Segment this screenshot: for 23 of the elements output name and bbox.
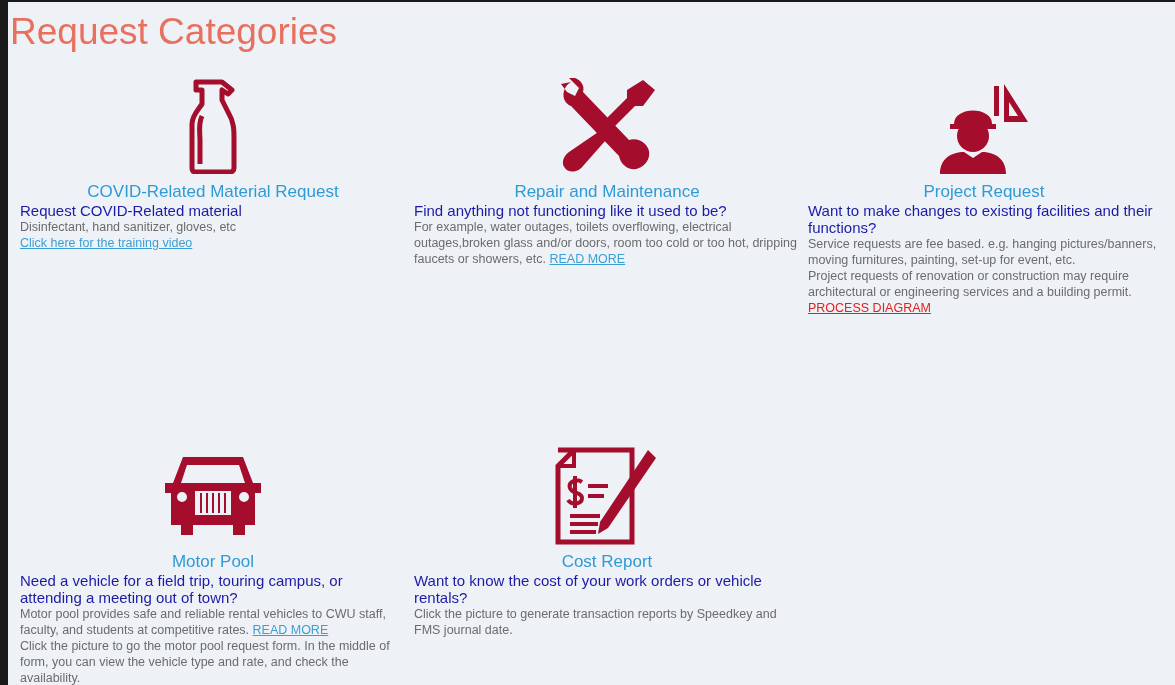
category-description: For example, water outages, toilets overflowing, electrical outages,broken glass and/or doors, room too cold or too hot, dripping faucets or showers, etc. READ MORE	[414, 219, 798, 267]
category-title[interactable]: COVID-Related Material Request	[87, 182, 339, 202]
category-description: Service requests are fee based. e.g. hanging pictures/banners, moving furnitures, painting, set-up for event, etc.	[808, 236, 1158, 268]
process-diagram-link[interactable]: PROCESS DIAGRAM	[808, 301, 931, 315]
category-question: Need a vehicle for a field trip, touring campus, or attending a meeting out of town?	[20, 572, 344, 606]
category-title[interactable]: Motor Pool	[171, 552, 255, 572]
page-title: Request Categories	[10, 10, 339, 54]
category-description: Click the picture to generate transaction reports by Speedkey and FMS journal date.	[414, 606, 778, 638]
category-question: Find anything not functioning like it used to be?	[414, 202, 728, 219]
read-more-link[interactable]: READ MORE	[549, 252, 626, 266]
category-question: Want to know the cost of your work orders or vehicle rentals?	[414, 572, 763, 606]
read-more-link[interactable]: READ MORE	[252, 623, 329, 637]
category-question: Want to make changes to existing facilities and their functions?	[808, 202, 1154, 236]
category-title[interactable]: Cost Report	[561, 552, 653, 572]
category-title[interactable]: Repair and Maintenance	[514, 182, 700, 202]
category-question: Request COVID-Related material	[20, 202, 243, 219]
category-description: Project requests of renovation or construction may require architectural or engineering services and a building permit.	[808, 268, 1133, 300]
category-title[interactable]: Project Request	[923, 182, 1045, 202]
category-description: Click the picture to go the motor pool request form. In the middle of form, you can view the vehicle type and rate, and check the availability.	[20, 638, 391, 685]
read-more-link[interactable]: Click here for the training video	[20, 236, 193, 250]
spray-bottle-icon[interactable]	[188, 78, 238, 174]
category-description: Motor pool provides safe and reliable rental vehicles to CWU staff, faculty, and students at competitive rates. READ MORE	[20, 606, 387, 638]
category-description: Disinfectant, hand sanitizer, gloves, etc Click here for the training video	[20, 219, 238, 251]
